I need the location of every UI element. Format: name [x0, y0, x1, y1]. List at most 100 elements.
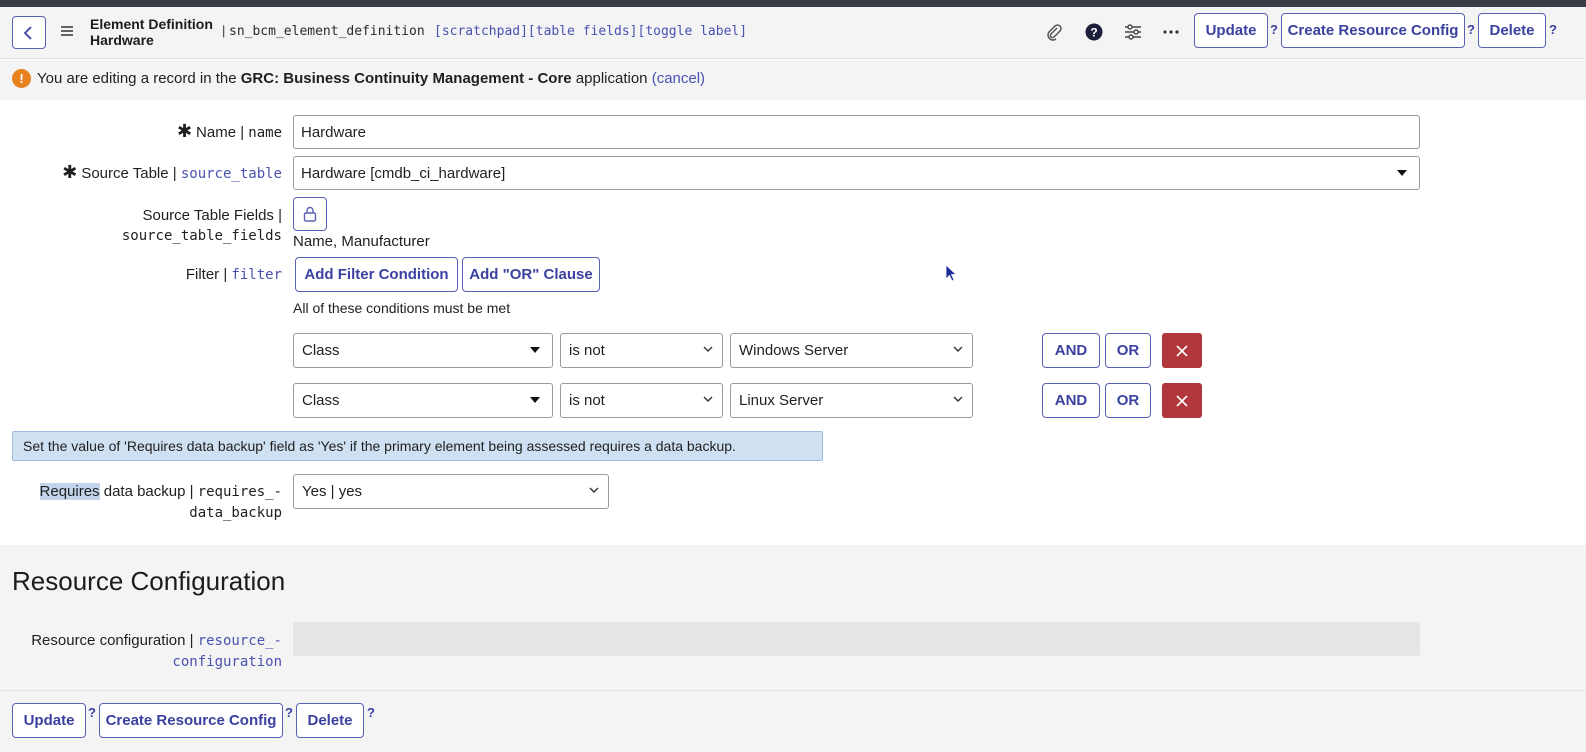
filter-label: Filter | filter: [186, 265, 282, 285]
resource-config-field-line2[interactable]: configuration: [31, 653, 282, 672]
settings-sliders-icon[interactable]: [1121, 20, 1145, 44]
add-filter-condition-button[interactable]: Add Filter Condition: [295, 257, 458, 292]
resource-config-label-text: Resource configuration |: [31, 632, 198, 649]
filter-field-name[interactable]: filter: [231, 267, 282, 283]
caret-down-icon: [1397, 170, 1407, 176]
source-table-value: Hardware [cmdb_ci_hardware]: [301, 164, 506, 182]
condition-value-select[interactable]: Windows Server: [730, 333, 973, 368]
record-title-type: Element Definition: [90, 16, 213, 32]
chevron-down-icon: [953, 346, 963, 352]
condition-value: Windows Server: [739, 342, 849, 359]
hamburger-menu-icon[interactable]: [60, 24, 74, 38]
condition-value-select[interactable]: Linux Server: [730, 383, 973, 418]
source-table-fields-label: Source Table Fields | source_table_field…: [122, 206, 282, 246]
banner-prefix: You are editing a record in the: [37, 70, 241, 87]
banner-message: You are editing a record in the GRC: Bus…: [37, 70, 705, 87]
or-button[interactable]: OR: [1105, 383, 1151, 418]
caret-down-icon: [530, 397, 540, 403]
condition-operator-select[interactable]: is not: [560, 383, 723, 418]
caret-down-icon: [530, 347, 540, 353]
lock-icon: [303, 206, 317, 222]
name-input[interactable]: Hardware: [293, 115, 1420, 149]
resource-configuration-section: Resource Configuration Resource configur…: [0, 545, 1586, 690]
add-or-clause-button[interactable]: Add "OR" Clause: [462, 257, 600, 292]
condition-operator-select[interactable]: is not: [560, 333, 723, 368]
paperclip-icon[interactable]: [1042, 20, 1066, 44]
unlock-fields-button[interactable]: [293, 197, 327, 231]
condition-operator-value: is not: [569, 392, 605, 409]
more-icon[interactable]: [1159, 20, 1183, 44]
delete-button[interactable]: Delete: [296, 703, 364, 738]
requires-backup-select[interactable]: Yes | yes: [293, 474, 609, 509]
help-icon[interactable]: ?: [1082, 20, 1106, 44]
warning-icon: !: [12, 69, 31, 88]
resource-config-label: Resource configuration | resource_- conf…: [31, 631, 282, 672]
update-button[interactable]: Update: [1194, 13, 1268, 48]
info-message: Set the value of 'Requires data backup' …: [12, 431, 823, 461]
resource-config-field-line1[interactable]: resource_-: [198, 633, 282, 649]
update-help[interactable]: ?: [88, 705, 96, 720]
source-table-fields-field-name: source_table_fields: [121, 228, 282, 244]
top-strip: [0, 0, 1586, 7]
update-button[interactable]: Update: [12, 703, 86, 738]
cancel-link[interactable]: (cancel): [652, 70, 705, 87]
filter-label-text: Filter |: [185, 266, 232, 283]
form-footer: Update ? Create Resource Config ? Delete…: [0, 690, 1586, 752]
delete-button[interactable]: Delete: [1478, 13, 1546, 48]
record-title-name: Hardware: [90, 32, 154, 48]
chevron-down-icon: [589, 487, 599, 493]
chevron-down-icon: [703, 396, 713, 402]
filter-note: All of these conditions must be met: [293, 300, 511, 316]
requires-field-line1: requires_-: [197, 484, 282, 500]
and-button[interactable]: AND: [1042, 333, 1100, 368]
back-button[interactable]: [12, 16, 46, 49]
delete-help[interactable]: ?: [1549, 22, 1557, 37]
source-table-label: ✱ Source Table | source_table: [62, 163, 282, 184]
banner-app-name: GRC: Business Continuity Management - Co…: [240, 70, 572, 87]
requires-highlight: Requires: [39, 483, 100, 500]
source-table-select[interactable]: Hardware [cmdb_ci_hardware]: [293, 156, 1420, 190]
name-label-text: Name |: [196, 124, 249, 141]
create-resource-config-help[interactable]: ?: [285, 705, 293, 720]
chevron-left-icon: [23, 25, 32, 40]
requires-label-text: data backup |: [99, 483, 198, 500]
edit-banner: ! You are editing a record in the GRC: B…: [0, 60, 1586, 100]
remove-condition-button[interactable]: [1162, 383, 1202, 418]
update-help[interactable]: ?: [1270, 22, 1278, 37]
condition-value: Linux Server: [739, 392, 824, 409]
chevron-down-icon: [953, 396, 963, 402]
requires-backup-label: Requires data backup | requires_- data_b…: [39, 482, 282, 523]
source-table-field-name[interactable]: source_table: [181, 166, 282, 182]
create-resource-config-help[interactable]: ?: [1467, 22, 1475, 37]
developer-links[interactable]: [scratchpad][table fields][toggle label]: [434, 24, 747, 39]
and-button[interactable]: AND: [1042, 383, 1100, 418]
create-resource-config-button[interactable]: Create Resource Config: [99, 703, 283, 738]
required-icon: ✱: [176, 121, 193, 141]
delete-help[interactable]: ?: [367, 705, 375, 720]
record-title: Element Definition Hardware: [90, 16, 213, 48]
required-icon: ✱: [62, 162, 78, 182]
source-table-label-text: Source Table |: [81, 165, 181, 182]
title-separator: |: [222, 23, 226, 38]
section-title: Resource Configuration: [12, 566, 286, 596]
or-button[interactable]: OR: [1105, 333, 1151, 368]
condition-field-select[interactable]: Class: [293, 333, 553, 368]
condition-operator-value: is not: [569, 342, 605, 359]
mouse-cursor-icon: [945, 264, 957, 282]
name-field-name: name: [248, 125, 282, 141]
record-table-name: sn_bcm_element_definition: [229, 24, 425, 39]
requires-field-line2: data_backup: [189, 505, 282, 521]
remove-condition-button[interactable]: [1162, 333, 1202, 368]
name-label: ✱ Name | name: [177, 122, 282, 143]
svg-text:?: ?: [1090, 26, 1097, 40]
condition-field-select[interactable]: Class: [293, 383, 553, 418]
banner-suffix: application: [571, 70, 652, 87]
create-resource-config-button[interactable]: Create Resource Config: [1281, 13, 1465, 48]
requires-backup-value: Yes | yes: [302, 483, 363, 500]
record-header: Element Definition Hardware | sn_bcm_ele…: [0, 7, 1586, 59]
close-icon: [1176, 344, 1188, 357]
chevron-down-icon: [703, 346, 713, 352]
condition-field-value: Class: [302, 392, 340, 409]
condition-field-value: Class: [302, 342, 340, 359]
name-input-value: Hardware: [301, 123, 367, 141]
